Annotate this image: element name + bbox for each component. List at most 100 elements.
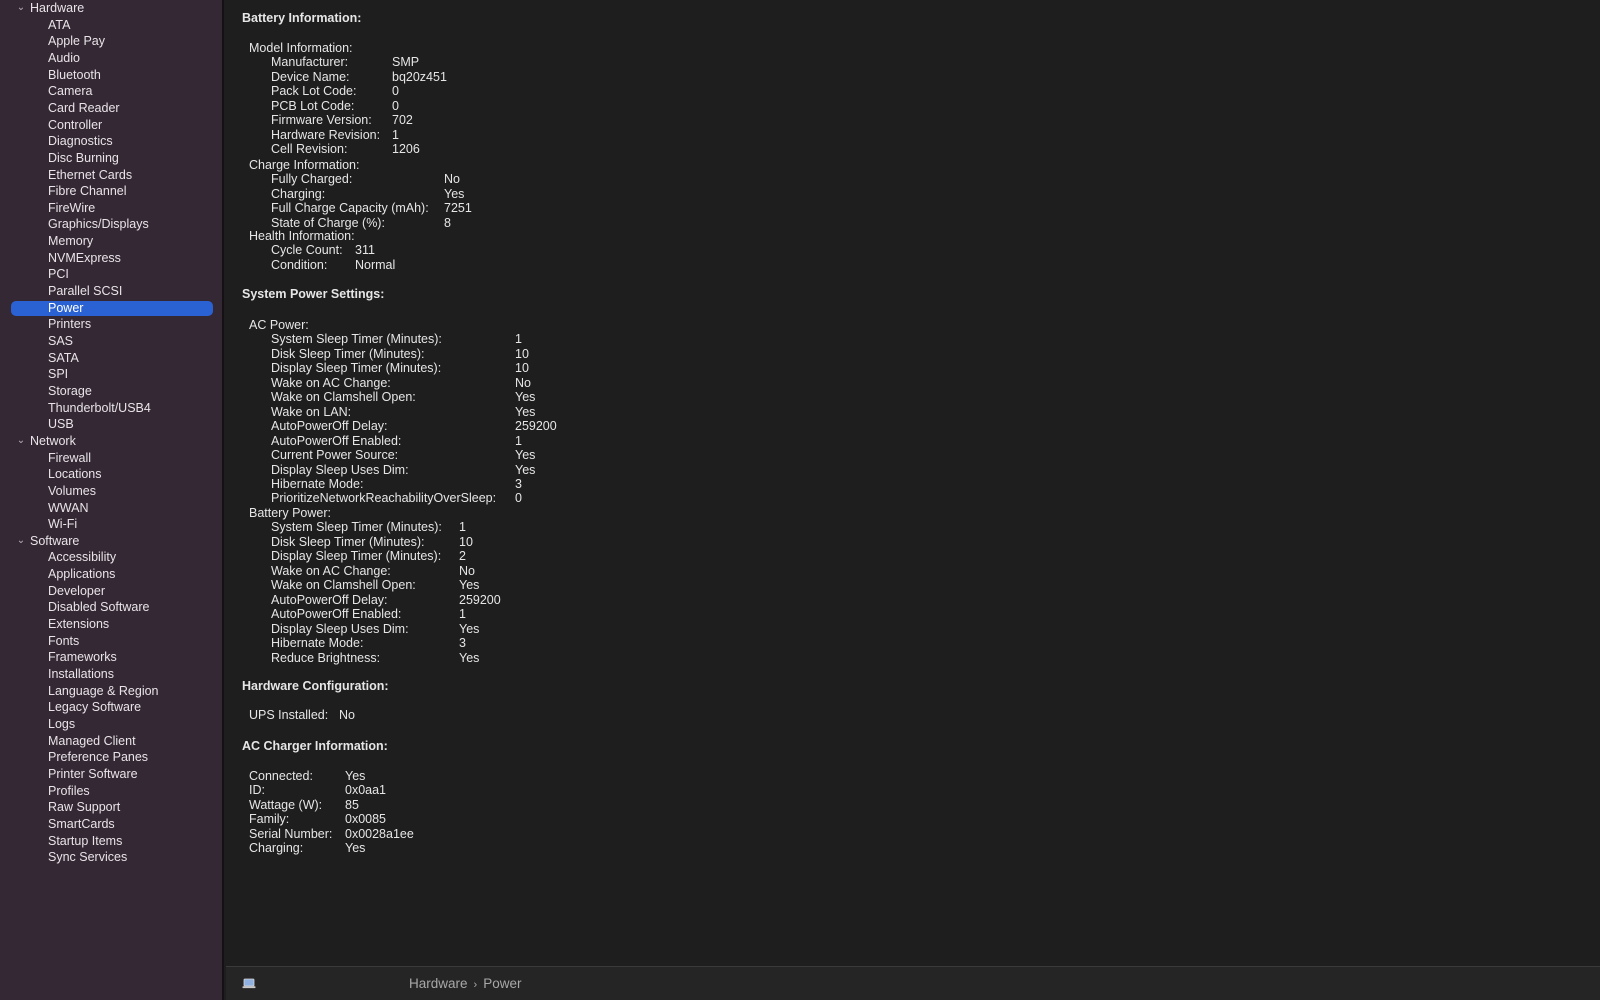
sidebar-item-startup-items[interactable]: Startup Items bbox=[0, 833, 222, 850]
sidebar-item-apple-pay[interactable]: Apple Pay bbox=[0, 33, 222, 50]
sidebar-item-disc-burning[interactable]: Disc Burning bbox=[0, 150, 222, 167]
property-value[interactable]: 10 bbox=[459, 535, 473, 550]
sidebar-item-usb[interactable]: USB bbox=[0, 416, 222, 433]
property-value[interactable]: 1 bbox=[459, 520, 466, 535]
property-value[interactable]: Yes bbox=[515, 390, 535, 405]
sidebar-group-network[interactable]: ⌄ Network bbox=[0, 433, 222, 450]
sidebar-item-smartcards[interactable]: SmartCards bbox=[0, 816, 222, 833]
property-value[interactable]: 85 bbox=[345, 798, 359, 813]
sidebar-item-power[interactable]: Power bbox=[0, 300, 222, 317]
sidebar-item-ata[interactable]: ATA bbox=[0, 17, 222, 34]
sidebar-item-frameworks[interactable]: Frameworks bbox=[0, 649, 222, 666]
property-value[interactable]: 702 bbox=[392, 113, 413, 128]
sidebar-item-printers[interactable]: Printers bbox=[0, 316, 222, 333]
property-value[interactable]: 311 bbox=[355, 243, 375, 258]
property-value[interactable]: 0x0085 bbox=[345, 812, 386, 827]
property-value[interactable]: 1 bbox=[515, 332, 522, 347]
breadcrumb-item[interactable]: Power bbox=[483, 976, 521, 991]
sidebar-item-parallel-scsi[interactable]: Parallel SCSI bbox=[0, 283, 222, 300]
sidebar-item-wi-fi[interactable]: Wi-Fi bbox=[0, 516, 222, 533]
property-value[interactable]: No bbox=[515, 376, 531, 391]
sidebar-item-volumes[interactable]: Volumes bbox=[0, 483, 222, 500]
sidebar-item-wwan[interactable]: WWAN bbox=[0, 500, 222, 517]
property-value[interactable]: 2 bbox=[459, 549, 466, 564]
property-value[interactable]: Yes bbox=[345, 841, 365, 856]
sidebar-item-logs[interactable]: Logs bbox=[0, 716, 222, 733]
property-value[interactable]: 1 bbox=[392, 128, 399, 143]
sidebar-item-profiles[interactable]: Profiles bbox=[0, 783, 222, 800]
sidebar-group-software[interactable]: ⌄ Software bbox=[0, 533, 222, 550]
property-value[interactable]: No bbox=[444, 172, 460, 187]
sidebar-item-card-reader[interactable]: Card Reader bbox=[0, 100, 222, 117]
sidebar-item-spi[interactable]: SPI bbox=[0, 366, 222, 383]
property-value[interactable]: 0 bbox=[392, 99, 399, 114]
sidebar-item-memory[interactable]: Memory bbox=[0, 233, 222, 250]
sidebar-item-preference-panes[interactable]: Preference Panes bbox=[0, 749, 222, 766]
property-value[interactable]: Yes bbox=[459, 578, 479, 593]
property-value[interactable]: 259200 bbox=[459, 593, 501, 608]
property-value[interactable]: 3 bbox=[459, 636, 466, 651]
sidebar-item-camera[interactable]: Camera bbox=[0, 83, 222, 100]
sidebar-item-diagnostics[interactable]: Diagnostics bbox=[0, 133, 222, 150]
sidebar-item-fonts[interactable]: Fonts bbox=[0, 633, 222, 650]
property-value[interactable]: 0x0aa1 bbox=[345, 783, 386, 798]
property-value[interactable]: 259200 bbox=[515, 419, 557, 434]
sidebar-item-sas[interactable]: SAS bbox=[0, 333, 222, 350]
sidebar-item-firewall[interactable]: Firewall bbox=[0, 450, 222, 467]
sidebar-item-accessibility[interactable]: Accessibility bbox=[0, 549, 222, 566]
property-value[interactable]: Yes bbox=[515, 405, 535, 420]
sidebar-item-firewire[interactable]: FireWire bbox=[0, 200, 222, 217]
sidebar-item-installations[interactable]: Installations bbox=[0, 666, 222, 683]
sidebar-item-disabled-software[interactable]: Disabled Software bbox=[0, 599, 222, 616]
sidebar-item-audio[interactable]: Audio bbox=[0, 50, 222, 67]
property-value[interactable]: 7251 bbox=[444, 201, 472, 216]
sidebar-item-locations[interactable]: Locations bbox=[0, 466, 222, 483]
breadcrumb-item[interactable]: Hardware bbox=[409, 976, 468, 991]
property-value[interactable]: Yes bbox=[345, 769, 365, 784]
sidebar-item-label: PCI bbox=[48, 267, 69, 282]
sidebar-item-language-region[interactable]: Language & Region bbox=[0, 683, 222, 700]
property-value[interactable]: 10 bbox=[515, 347, 529, 362]
chevron-down-icon[interactable]: ⌄ bbox=[12, 0, 30, 17]
sidebar-item-sata[interactable]: SATA bbox=[0, 350, 222, 367]
sidebar-item-pci[interactable]: PCI bbox=[0, 266, 222, 283]
property-value[interactable]: 3 bbox=[515, 477, 522, 492]
sidebar-item-legacy-software[interactable]: Legacy Software bbox=[0, 699, 222, 716]
property-value[interactable]: SMP bbox=[392, 55, 419, 70]
property-value[interactable]: Yes bbox=[515, 448, 535, 463]
property-value[interactable]: Yes bbox=[459, 651, 479, 666]
property-value[interactable]: No bbox=[339, 708, 355, 723]
sidebar-item-nvmexpress[interactable]: NVMExpress bbox=[0, 250, 222, 267]
sidebar-item-raw-support[interactable]: Raw Support bbox=[0, 799, 222, 816]
property-value[interactable]: bq20z451 bbox=[392, 70, 447, 85]
sidebar-item-bluetooth[interactable]: Bluetooth bbox=[0, 67, 222, 84]
property-value[interactable]: 10 bbox=[515, 361, 529, 376]
property-value[interactable]: 1206 bbox=[392, 142, 420, 157]
property-value[interactable]: 0 bbox=[392, 84, 399, 99]
property-value[interactable]: 1 bbox=[515, 434, 522, 449]
sidebar-item-controller[interactable]: Controller bbox=[0, 117, 222, 134]
sidebar-group-hardware[interactable]: ⌄ Hardware bbox=[0, 0, 222, 17]
property-value[interactable]: Normal bbox=[355, 258, 395, 273]
sidebar-item-fibre-channel[interactable]: Fibre Channel bbox=[0, 183, 222, 200]
chevron-down-icon[interactable]: ⌄ bbox=[12, 533, 30, 550]
property-value[interactable]: 0 bbox=[515, 491, 522, 506]
sidebar-item-storage[interactable]: Storage bbox=[0, 383, 222, 400]
property-value[interactable]: Yes bbox=[459, 622, 479, 637]
property-value[interactable]: 0x0028a1ee bbox=[345, 827, 414, 842]
sidebar-item-ethernet-cards[interactable]: Ethernet Cards bbox=[0, 167, 222, 184]
sidebar-item-graphics-displays[interactable]: Graphics/Displays bbox=[0, 216, 222, 233]
sidebar-item-extensions[interactable]: Extensions bbox=[0, 616, 222, 633]
sidebar-item-sync-services[interactable]: Sync Services bbox=[0, 849, 222, 866]
property-value[interactable]: 1 bbox=[459, 607, 466, 622]
property-value[interactable]: No bbox=[459, 564, 475, 579]
sidebar-item-printer-software[interactable]: Printer Software bbox=[0, 766, 222, 783]
sidebar-item-managed-client[interactable]: Managed Client bbox=[0, 733, 222, 750]
sidebar-item-applications[interactable]: Applications bbox=[0, 566, 222, 583]
property-value[interactable]: 8 bbox=[444, 216, 451, 231]
sidebar-item-thunderbolt-usb4[interactable]: Thunderbolt/USB4 bbox=[0, 400, 222, 417]
property-value[interactable]: Yes bbox=[515, 463, 535, 478]
chevron-down-icon[interactable]: ⌄ bbox=[12, 433, 30, 450]
sidebar-item-developer[interactable]: Developer bbox=[0, 583, 222, 600]
property-value[interactable]: Yes bbox=[444, 187, 464, 202]
